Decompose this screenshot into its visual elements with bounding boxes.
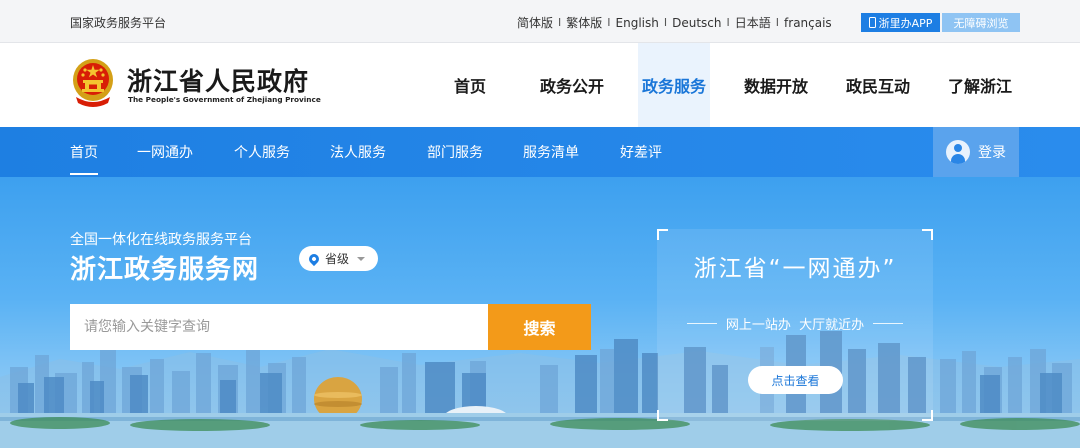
nav-open-data[interactable]: 数据开放 (740, 43, 812, 127)
nav-about-zhejiang[interactable]: 了解浙江 (944, 43, 1016, 127)
user-avatar-icon (946, 140, 970, 164)
nav-government-services[interactable]: 政务服务 (638, 43, 710, 127)
lang-separator: I (558, 16, 562, 29)
subnav-rating[interactable]: 好差评 (620, 127, 662, 177)
lang-separator: I (607, 16, 611, 29)
subnav-service-list[interactable]: 服务清单 (523, 127, 579, 177)
subnav-one-stop[interactable]: 一网通办 (137, 127, 193, 177)
language-switcher: 简体版 I 繁体版 I English I Deutsch I 日本語 I fr… (517, 14, 832, 31)
hero-banner: 全国一体化在线政务服务平台 浙江政务服务网 省级 搜索 浙江省“一网通办” 网上… (0, 177, 1080, 448)
zheliban-app-button[interactable]: 浙里办APP (861, 13, 940, 32)
subnav-personal-services[interactable]: 个人服务 (234, 127, 290, 177)
lang-japanese[interactable]: 日本語 (735, 14, 771, 31)
subnav-department-services[interactable]: 部门服务 (427, 127, 483, 177)
login-button[interactable]: 登录 (933, 127, 1019, 177)
lang-separator: I (775, 16, 780, 29)
nav-home[interactable]: 首页 (444, 43, 496, 127)
top-utility-bar: 国家政务服务平台 简体版 I 繁体版 I English I Deutsch I… (0, 0, 1080, 43)
promo-title: 浙江省“一网通办” (693, 256, 897, 282)
accessibility-button[interactable]: 无障碍浏览 (942, 13, 1020, 32)
lang-english[interactable]: English (616, 16, 659, 30)
one-stop-promo-panel: 浙江省“一网通办” 网上一站办 大厅就近办 点击查看 (657, 229, 933, 421)
app-button-label: 浙里办APP (878, 16, 933, 30)
phone-icon (868, 17, 876, 28)
subnav-home[interactable]: 首页 (70, 127, 98, 177)
service-subnav: 首页 一网通办 个人服务 法人服务 部门服务 服务清单 好差评 (0, 127, 1080, 177)
login-label: 登录 (978, 145, 1006, 161)
frame-corner (922, 410, 933, 421)
frame-corner (922, 229, 933, 240)
frame-corner (657, 410, 668, 421)
search-input[interactable] (70, 304, 488, 350)
hero-title: 浙江政务服务网 (70, 255, 260, 285)
lang-traditional[interactable]: 繁体版 (566, 14, 602, 31)
region-label: 省级 (325, 252, 350, 266)
region-selector[interactable]: 省级 (299, 246, 378, 271)
promo-subtitle-row: 网上一站办 大厅就近办 (657, 314, 933, 333)
divider-line (686, 323, 717, 324)
lang-german[interactable]: Deutsch (672, 16, 721, 30)
location-pin-icon (306, 251, 322, 266)
lang-separator: I (663, 16, 668, 29)
lang-simplified[interactable]: 简体版 (517, 14, 553, 31)
site-title[interactable]: 浙江省人民政府 (127, 62, 309, 98)
subnav-corporate-services[interactable]: 法人服务 (330, 127, 386, 177)
divider-line (873, 323, 904, 324)
frame-corner (657, 229, 668, 240)
national-platform-link[interactable]: 国家政务服务平台 (70, 14, 166, 31)
lang-separator: I (726, 16, 730, 29)
nav-interaction[interactable]: 政民互动 (842, 43, 914, 127)
site-title-english: The People's Government of Zhejiang Prov… (128, 95, 321, 104)
site-header: 浙江省人民政府 The People's Government of Zheji… (0, 43, 1080, 127)
hero-subtitle: 全国一体化在线政务服务平台 (70, 232, 252, 248)
caret-down-icon (357, 256, 366, 261)
view-details-button[interactable]: 点击查看 (748, 366, 843, 394)
search-button[interactable]: 搜索 (488, 304, 591, 350)
nav-government-affairs[interactable]: 政务公开 (536, 43, 608, 127)
lang-french[interactable]: français (784, 16, 832, 30)
promo-subtitle: 网上一站办 大厅就近办 (725, 318, 865, 333)
national-emblem-icon (73, 59, 113, 107)
